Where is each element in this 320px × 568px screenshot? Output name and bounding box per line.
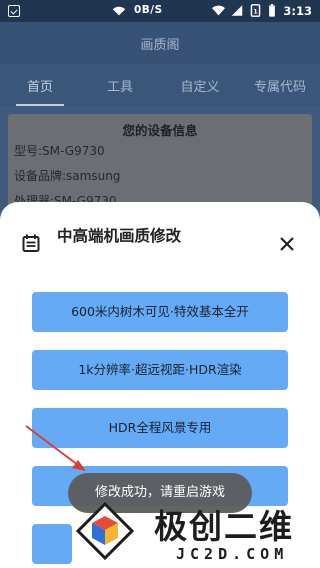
device-model: 型号:SM-G9730 bbox=[14, 144, 105, 158]
tab-exclusive-code[interactable]: 专属代码 bbox=[240, 64, 320, 106]
battery-icon bbox=[269, 4, 275, 17]
option-trees-visible-button[interactable]: 600米内树木可见·特效基本全开 bbox=[32, 292, 288, 332]
device-brand: 设备品牌:samsung bbox=[14, 169, 121, 183]
sheet-title: 中高端机画质修改 bbox=[57, 227, 182, 245]
wifi-icon bbox=[112, 6, 126, 16]
cube-logo-icon bbox=[76, 502, 134, 560]
tab-custom[interactable]: 自定义 bbox=[160, 64, 240, 106]
sim-badge: 1 bbox=[253, 7, 258, 15]
option-1k-hdr-button[interactable]: 1k分辨率·超远视距·HDR渲染 bbox=[32, 350, 288, 390]
tab-bar: 首页 工具 自定义 专属代码 bbox=[0, 64, 320, 106]
watermark-name: 极创二维 bbox=[154, 507, 294, 546]
network-speed: 0B/S bbox=[134, 4, 163, 16]
arrow-annotation bbox=[25, 425, 86, 471]
device-info-title: 您的设备信息 bbox=[122, 123, 198, 138]
cell-signal-icon bbox=[231, 5, 243, 16]
option-button-5[interactable] bbox=[32, 524, 72, 564]
close-icon[interactable] bbox=[278, 235, 296, 253]
tab-tools[interactable]: 工具 bbox=[80, 64, 160, 106]
calendar-icon bbox=[22, 234, 40, 252]
tab-home[interactable]: 首页 bbox=[0, 64, 80, 106]
sim-card-icon: 1 bbox=[250, 4, 261, 17]
wifi-signal-icon bbox=[212, 5, 225, 16]
device-info-card: 您的设备信息 型号:SM-G9730 设备品牌:samsung 处理器:SM-G… bbox=[8, 114, 312, 214]
check-icon bbox=[8, 5, 20, 17]
app-title: 画质阁 bbox=[140, 38, 180, 53]
app-bar: 画质阁 bbox=[0, 22, 320, 64]
watermark: 极创二维 JC2D.COM bbox=[70, 496, 320, 568]
clock: 3:13 bbox=[283, 4, 312, 18]
watermark-domain: JC2D.COM bbox=[176, 545, 289, 563]
status-bar: 0B/S 1 3:13 bbox=[0, 0, 320, 22]
